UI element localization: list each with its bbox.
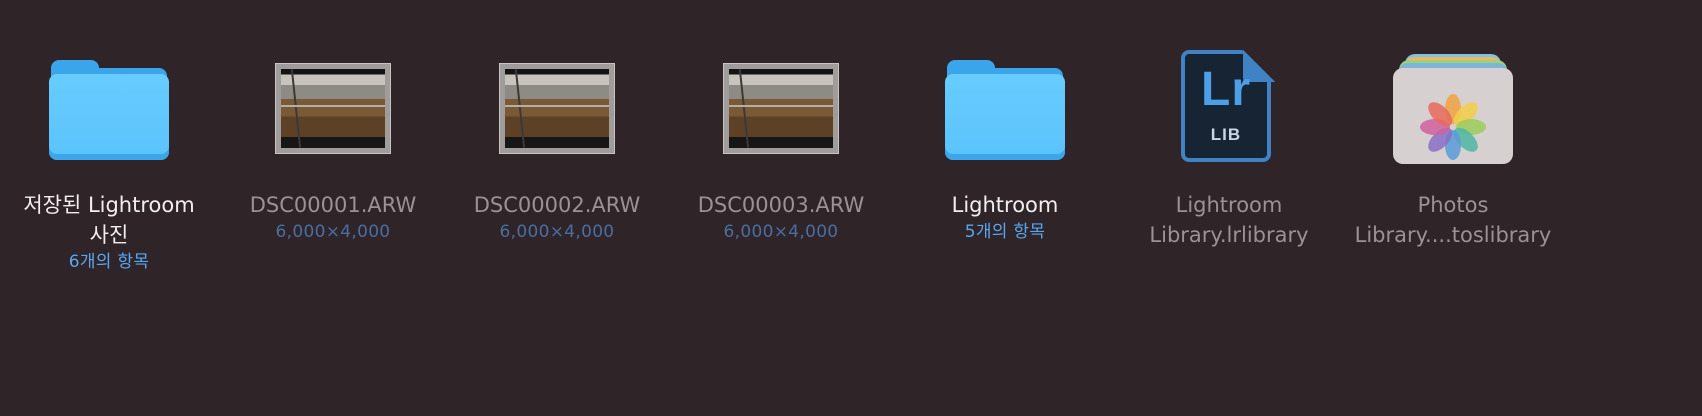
photos-library-icon (1393, 54, 1513, 166)
photo-thumbnail (275, 63, 391, 154)
file-name: DSC00001.ARW 6,000×4,000 (228, 190, 438, 244)
file-grid: 저장된 Lightroom 사진 6개의 항목 DSC00001.ARW 6,0… (0, 0, 1702, 416)
folder-icon (945, 60, 1065, 162)
file-name-line: Lightroom (951, 193, 1059, 217)
lib-logo-text: LIB (1210, 125, 1242, 144)
lightroom-library-icon: Lr LIB (1181, 50, 1277, 168)
file-name-line: Lightroom Library.lrlibrary (1149, 193, 1309, 247)
file-name-line: DSC00003.ARW (697, 193, 865, 217)
file-name-line: Photos Library....toslibrary (1354, 193, 1552, 247)
file-name-line: 저장된 Lightroom 사진 (23, 193, 195, 247)
file-name: Photos Library....toslibrary (1348, 190, 1558, 250)
photo-thumbnail (723, 63, 839, 154)
image-dimensions: 6,000×4,000 (723, 222, 839, 242)
folder-icon (49, 60, 169, 162)
file-name: 저장된 Lightroom 사진 6개의 항목 (4, 190, 214, 274)
lr-logo-text: Lr (1201, 63, 1251, 116)
item-count: 5개의 항목 (964, 222, 1046, 242)
file-name: DSC00002.ARW 6,000×4,000 (452, 190, 662, 244)
file-name: Lightroom 5개의 항목 (900, 190, 1110, 244)
image-dimensions: 6,000×4,000 (275, 222, 391, 242)
image-dimensions: 6,000×4,000 (499, 222, 615, 242)
item-count: 6개의 항목 (68, 252, 150, 272)
file-name: DSC00003.ARW 6,000×4,000 (676, 190, 886, 244)
file-name-line: DSC00002.ARW (473, 193, 641, 217)
file-name-line: DSC00001.ARW (249, 193, 417, 217)
photo-thumbnail (499, 63, 615, 154)
file-name: Lightroom Library.lrlibrary (1124, 190, 1334, 250)
